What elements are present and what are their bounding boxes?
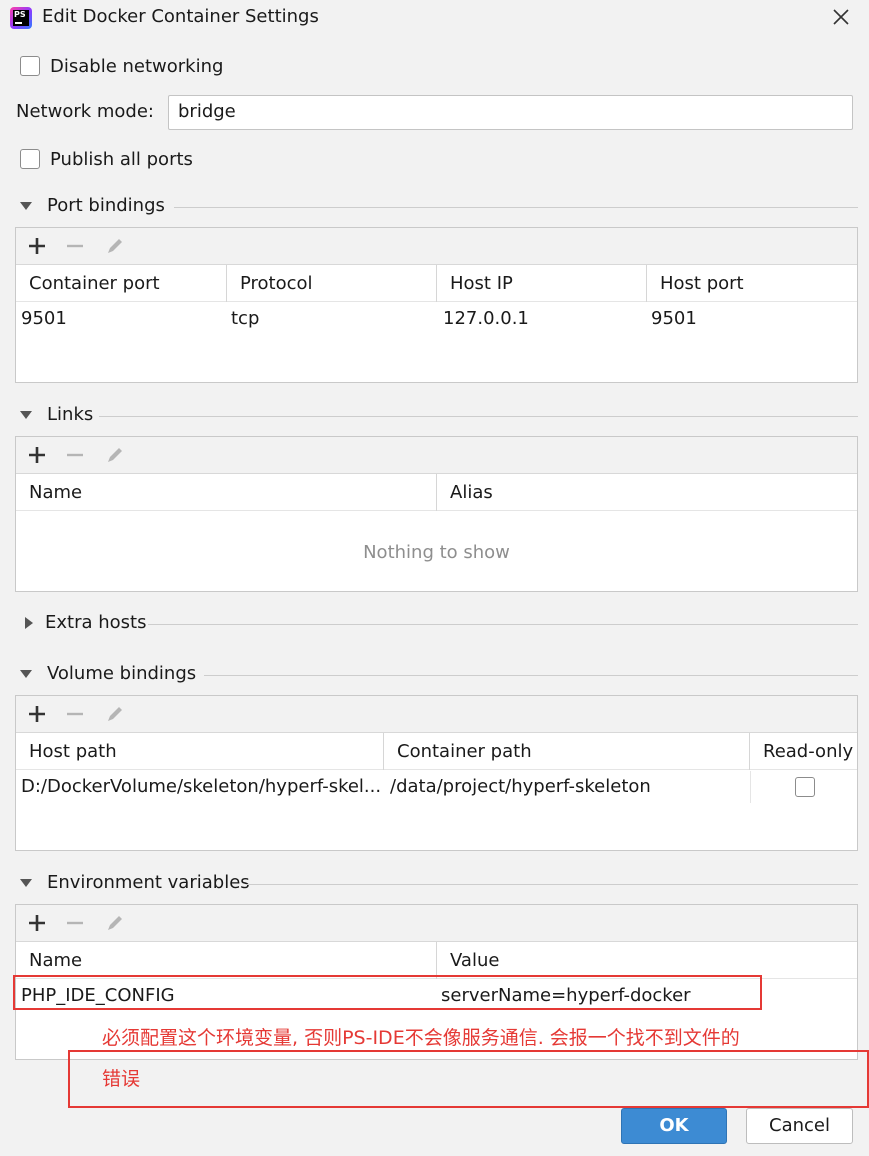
host-port-cell[interactable]: 9501: [647, 303, 857, 335]
volume-bindings-toolbar: [16, 696, 857, 732]
extra-hosts-title[interactable]: Extra hosts: [45, 612, 146, 633]
edit-pencil-icon[interactable]: [103, 234, 127, 258]
cancel-button[interactable]: Cancel: [746, 1108, 853, 1144]
links-title[interactable]: Links: [47, 404, 93, 425]
disable-networking-label: Disable networking: [50, 56, 224, 77]
add-icon[interactable]: [25, 443, 49, 467]
annotation-box: [68, 1050, 869, 1108]
table-row[interactable]: D:/DockerVolume/skeleton/hyperf-skel... …: [16, 771, 857, 803]
empty-table-message: Nothing to show: [363, 542, 510, 563]
highlight-box: [13, 975, 762, 1010]
table-row[interactable]: 9501 tcp 127.0.0.1 9501: [16, 303, 857, 335]
separator: [99, 416, 858, 417]
volume-bindings-panel: Host path Container path Read-only D:/Do…: [15, 695, 858, 851]
phpstorm-app-icon: PS: [10, 7, 32, 29]
title-bar: PS Edit Docker Container Settings: [0, 0, 869, 36]
column-header[interactable]: Container path: [384, 733, 750, 770]
window-title: Edit Docker Container Settings: [42, 6, 319, 27]
container-path-cell[interactable]: /data/project/hyperf-skeleton: [384, 771, 750, 803]
column-header[interactable]: Container port: [16, 265, 227, 302]
add-icon[interactable]: [25, 234, 49, 258]
read-only-checkbox[interactable]: [795, 777, 815, 797]
collapse-arrow-icon[interactable]: [20, 411, 32, 419]
remove-icon[interactable]: [63, 702, 87, 726]
host-ip-cell[interactable]: 127.0.0.1: [437, 303, 647, 335]
separator: [148, 624, 858, 625]
volume-bindings-table: Host path Container path Read-only D:/Do…: [16, 732, 857, 850]
container-port-cell[interactable]: 9501: [16, 303, 227, 335]
disable-networking-checkbox[interactable]: [20, 56, 40, 76]
collapse-arrow-icon[interactable]: [20, 879, 32, 887]
publish-all-ports-label: Publish all ports: [50, 149, 193, 170]
column-header[interactable]: Name: [16, 942, 437, 979]
column-header[interactable]: Host port: [647, 265, 857, 302]
expand-arrow-icon[interactable]: [25, 617, 33, 629]
port-bindings-title[interactable]: Port bindings: [47, 195, 165, 216]
column-header[interactable]: Host path: [16, 733, 384, 770]
volume-bindings-title[interactable]: Volume bindings: [47, 663, 196, 684]
column-header[interactable]: Host IP: [437, 265, 647, 302]
annotation-line-2: 错误: [102, 1068, 141, 1090]
collapse-arrow-icon[interactable]: [20, 202, 32, 210]
column-header[interactable]: Alias: [437, 474, 857, 511]
port-bindings-table: Container port Protocol Host IP Host por…: [16, 264, 857, 382]
publish-all-ports-checkbox[interactable]: [20, 149, 40, 169]
separator: [174, 207, 858, 208]
host-path-cell[interactable]: D:/DockerVolume/skeleton/hyperf-skel...: [16, 771, 382, 803]
separator: [204, 675, 858, 676]
collapse-arrow-icon[interactable]: [20, 670, 32, 678]
separator: [246, 884, 858, 885]
table-header: Name Value: [16, 942, 857, 979]
read-only-cell: [750, 771, 857, 803]
table-header: Host path Container path Read-only: [16, 733, 857, 770]
links-table: Name Alias Nothing to show: [16, 473, 857, 591]
ok-button[interactable]: OK: [621, 1108, 727, 1144]
add-icon[interactable]: [25, 911, 49, 935]
environment-variables-title[interactable]: Environment variables: [47, 872, 250, 893]
links-panel: Name Alias Nothing to show: [15, 436, 858, 592]
network-mode-label: Network mode:: [16, 101, 154, 122]
port-bindings-panel: Container port Protocol Host IP Host por…: [15, 227, 858, 383]
column-header[interactable]: Read-only: [750, 733, 857, 770]
network-mode-input[interactable]: bridge: [168, 95, 853, 130]
column-header[interactable]: Name: [16, 474, 437, 511]
table-header: Container port Protocol Host IP Host por…: [16, 265, 857, 302]
column-header[interactable]: Value: [437, 942, 857, 979]
edit-pencil-icon[interactable]: [103, 911, 127, 935]
edit-pencil-icon[interactable]: [103, 443, 127, 467]
close-icon[interactable]: [828, 4, 854, 30]
table-header: Name Alias: [16, 474, 857, 511]
port-bindings-toolbar: [16, 228, 857, 264]
remove-icon[interactable]: [63, 234, 87, 258]
links-toolbar: [16, 437, 857, 473]
add-icon[interactable]: [25, 702, 49, 726]
remove-icon[interactable]: [63, 443, 87, 467]
environment-variables-toolbar: [16, 905, 857, 941]
remove-icon[interactable]: [63, 911, 87, 935]
column-header[interactable]: Protocol: [227, 265, 437, 302]
edit-pencil-icon[interactable]: [103, 702, 127, 726]
protocol-cell[interactable]: tcp: [227, 303, 437, 335]
